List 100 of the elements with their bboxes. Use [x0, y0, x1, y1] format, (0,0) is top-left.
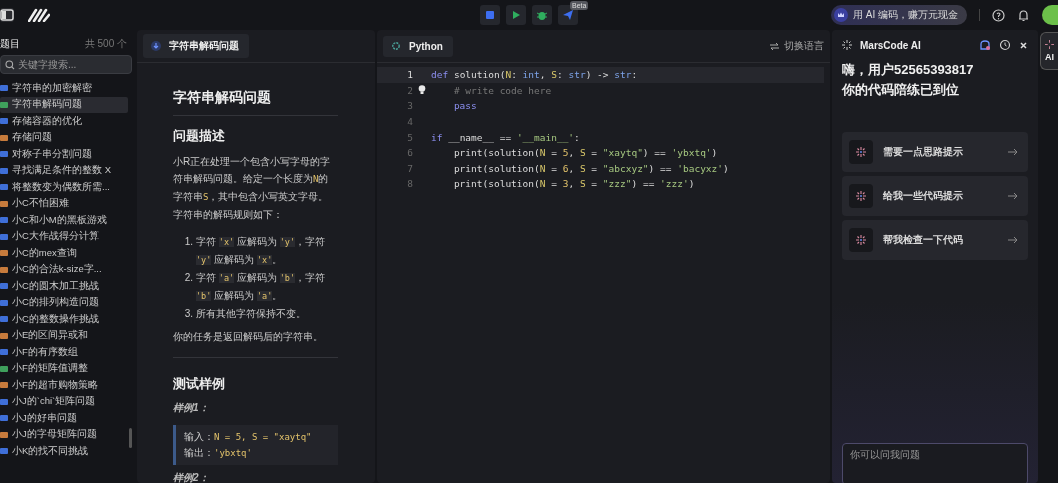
section-heading: 问题描述 [173, 128, 226, 145]
problem-title: 小C的合法k-size字... [12, 263, 102, 277]
code-line: def solution(N: int, S: str) -> str: [431, 69, 638, 81]
rule-text: 字符 'a' 应解码为 'b'，字符 'b' 应解码为 'a'。 [196, 271, 327, 303]
chat-input-field[interactable]: 你可以问我问题 [842, 443, 1028, 483]
problem-list-item[interactable]: 小C的整数操作挑战 [0, 311, 128, 328]
play-icon [511, 10, 521, 20]
problem-title: 小C的mex查询 [12, 246, 77, 260]
problem-list-item[interactable]: 小F的有序数组 [0, 344, 128, 361]
download-icon [151, 41, 161, 51]
problem-title: 小K的找不同挑战 [12, 444, 89, 458]
line-number: 6 [406, 147, 413, 159]
new-chat-icon[interactable] [979, 39, 991, 51]
arrow-right-icon [1008, 236, 1018, 244]
problem-list-item[interactable]: 小C不怕困难 [0, 195, 128, 212]
bug-icon [536, 9, 548, 21]
problem-title: 小C大作战得分计算 [12, 230, 99, 244]
problem-list-item[interactable]: 存储问题 [0, 129, 128, 146]
problem-title: 字符串的加密解密 [12, 81, 92, 95]
swap-icon [770, 42, 779, 50]
line-number: 2 [406, 84, 413, 96]
line-number: 4 [406, 116, 413, 128]
problem-list-item[interactable]: 字符串的加密解密 [0, 80, 128, 97]
problem-title: 存储容器的优化 [12, 114, 82, 128]
sidebar-toggle-icon[interactable] [0, 8, 14, 22]
avatar[interactable] [1042, 5, 1058, 25]
problem-list-item[interactable]: 寻找满足条件的整数 X [0, 162, 128, 179]
arrow-right-icon [1008, 192, 1018, 200]
task-text: 你的任务是返回解码后的字符串。 [173, 330, 324, 344]
problem-title: 对称子串分割问题 [12, 147, 92, 161]
arrow-right-icon [1008, 148, 1018, 156]
problem-title: 小C的整数操作挑战 [12, 312, 99, 326]
search-icon [5, 59, 15, 70]
problem-list-item[interactable]: 小C的圆木加工挑战 [0, 278, 128, 295]
run-button[interactable] [506, 5, 526, 25]
assistant-title: MarsCode AI [860, 39, 921, 51]
list-number: 1. [183, 235, 193, 249]
crown-icon [834, 8, 848, 22]
problem-list-item[interactable]: 字符串解码问题 [0, 96, 128, 113]
problem-title: 存储问题 [12, 131, 52, 145]
suggestion-button[interactable]: 给我一些代码提示 [842, 176, 1028, 216]
problem-list-item[interactable]: 小C的合法k-size字... [0, 261, 128, 278]
problem-tab[interactable]: 字符串解码问题 [143, 34, 249, 58]
problem-list-item[interactable]: 小C大作战得分计算 [0, 228, 128, 245]
problem-title: 小E的区间异或和 [12, 329, 89, 343]
bell-icon[interactable] [1017, 8, 1030, 22]
sparkle-icon [849, 184, 873, 208]
switch-language-button[interactable]: 切换语言 [770, 39, 824, 53]
history-icon[interactable] [999, 39, 1011, 51]
problem-list-item[interactable]: 小J的`chi`矩阵问题 [0, 393, 128, 410]
greeting-text: 嗨，用户52565393817 [842, 61, 975, 79]
problem-title: 小C的排列构造问题 [12, 296, 99, 310]
code-line: print(solution(N = 5, S = "xaytq") == 'ybxtq') [452, 147, 718, 159]
chat-input[interactable]: 你可以问我问题 [850, 449, 1020, 467]
list-number: 2. [183, 271, 193, 285]
search-input[interactable]: 关键字搜索... [18, 59, 127, 70]
problem-list-item[interactable]: 小F的超市购物策略 [0, 377, 128, 394]
sample-input-text: 输入：N = 5, S = "xaytq" [184, 430, 313, 444]
sample-output-text: 输出：'ybxtq' [184, 446, 253, 460]
help-icon[interactable] [992, 8, 1005, 22]
problem-title: 小C和小M的黑板游戏 [12, 213, 107, 227]
line-number: 5 [406, 131, 413, 143]
close-icon[interactable] [1019, 40, 1028, 50]
stop-icon [485, 10, 495, 20]
problem-list-item[interactable]: 小F的矩阵值调整 [0, 360, 128, 377]
problem-list-item[interactable]: 小C的排列构造问题 [0, 294, 128, 311]
suggestion-button[interactable]: 需要一点思路提示 [842, 132, 1028, 172]
debug-button[interactable] [532, 5, 552, 25]
lightbulb-icon[interactable] [418, 85, 426, 96]
problem-title: 小J的好串问题 [12, 411, 77, 425]
rule-text: 字符 'x' 应解码为 'y'，字符 'y' 应解码为 'x'。 [196, 235, 327, 267]
problem-list-item[interactable]: 小C和小M的黑板游戏 [0, 212, 128, 229]
problem-list-item[interactable]: 小J的好串问题 [0, 410, 128, 427]
problem-count: 共 500 个 [84, 37, 127, 51]
logo-icon[interactable] [28, 8, 50, 22]
sample-label: 样例1： [173, 401, 210, 415]
problem-list-item[interactable]: 小K的找不同挑战 [0, 443, 128, 460]
search-field[interactable]: 关键字搜索... [0, 55, 132, 74]
problem-list-item[interactable]: 小C的mex查询 [0, 245, 128, 262]
problem-title: 小J的字母矩阵问题 [12, 428, 97, 442]
code-line: pass [452, 100, 477, 112]
problem-list-item[interactable]: 存储容器的优化 [0, 113, 128, 130]
language-tab[interactable]: Python [383, 35, 453, 57]
stop-button[interactable] [480, 5, 500, 25]
problem-list-item[interactable]: 将整数变为偶数所需... [0, 179, 128, 196]
sample-label: 样例2： [173, 471, 210, 483]
problem-title: 将整数变为偶数所需... [12, 180, 110, 194]
problem-description: 小R正在处理一个包含小写字母的字符串解码问题。给定一个长度为N的字符串S，其中包含小写英文字母。字符串的解码规则如下： [173, 155, 332, 222]
suggestion-button[interactable]: 帮我检查一下代码 [842, 220, 1028, 260]
scrollbar-thumb[interactable] [129, 428, 132, 448]
problem-title: 小C不怕困难 [12, 197, 69, 211]
problem-list-item[interactable]: 对称子串分割问题 [0, 146, 128, 163]
section-heading: 测试样例 [173, 376, 226, 393]
problem-list-item[interactable]: 小E的区间异或和 [0, 327, 128, 344]
problem-title: 小J的`chi`矩阵问题 [12, 395, 96, 409]
sparkle-icon [842, 40, 852, 50]
problem-list-item[interactable]: 小J的字母矩阵问题 [0, 426, 128, 443]
promo-button[interactable]: 用 AI 编码，赚万元现金 [831, 5, 967, 25]
ai-tab[interactable]: AI [1040, 32, 1058, 70]
sparkle-icon [849, 140, 873, 164]
